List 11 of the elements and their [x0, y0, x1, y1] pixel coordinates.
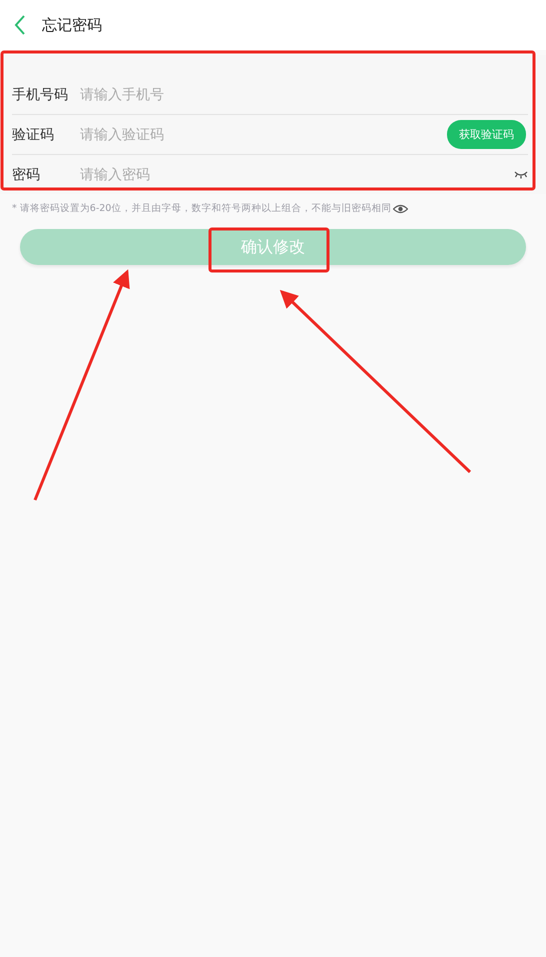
field-label: 验证码 [12, 126, 55, 144]
password-hint: * 请将密码设置为6-20位，并且由字母，数字和符号两种以上组合，不能与旧密码相同 [12, 202, 392, 215]
eye-icon[interactable] [393, 204, 408, 214]
get-code-button[interactable]: 获取验证码 [447, 120, 526, 149]
field-label: 密码 [12, 166, 41, 184]
page-title: 忘记密码 [42, 16, 102, 34]
field-label: 手机号码 [12, 86, 69, 104]
input-field[interactable]: 请输入密码 [78, 166, 514, 184]
eye-closed-icon[interactable] [514, 170, 528, 178]
input-field[interactable]: 请输入验证码 [78, 126, 447, 144]
input-field[interactable]: 请输入手机号 [78, 86, 528, 104]
